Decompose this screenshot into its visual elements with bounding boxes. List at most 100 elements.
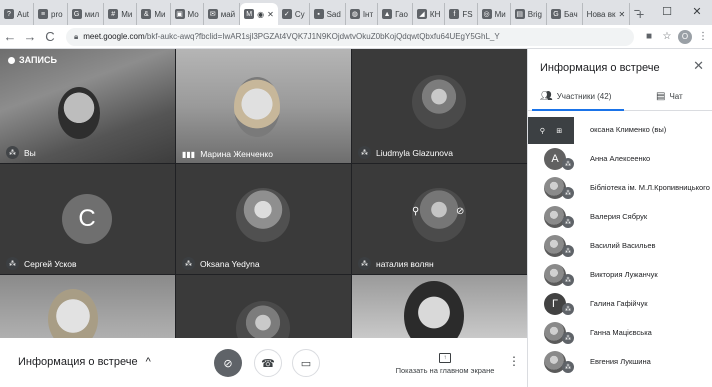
browser-tab[interactable]: Gмил [68, 3, 105, 25]
forward-button[interactable]: → [20, 27, 40, 47]
participant-avatar [412, 75, 466, 129]
tab-indicator [532, 109, 624, 111]
participant-row[interactable]: ⁂ Валерия Сябрук [528, 203, 712, 232]
browser-tab[interactable]: ? Aut [0, 3, 35, 25]
browser-tab[interactable]: ▣ Мо [171, 3, 204, 25]
leave-call-button[interactable]: ☎ [254, 349, 282, 377]
tab-close-icon[interactable]: ✕ [267, 10, 274, 19]
back-button[interactable]: ← [0, 27, 20, 47]
browser-tab[interactable]: # Ми [104, 3, 138, 25]
participant-name: оксана Клименко (вы) [590, 125, 667, 134]
participant-tile[interactable]: ▮▮▮ Марина Женченко [176, 49, 351, 163]
browser-tab[interactable]: ✉ май [204, 3, 241, 25]
participant-row[interactable]: Г ⁂ Галина Гафійчук [528, 290, 712, 319]
participant-row[interactable]: ⚲ ⊞ оксана Клименко (вы) [528, 116, 712, 145]
participant-row[interactable]: ⁂ Виктория Лужанчук [528, 261, 712, 290]
close-panel-button[interactable]: ✕ [693, 58, 704, 74]
pin-icon[interactable]: ⚲ [540, 127, 545, 135]
browser-menu-icon[interactable]: ⋮ [694, 28, 712, 46]
browser-tab[interactable]: ▤ Brig [511, 3, 547, 25]
google-icon: G [550, 9, 561, 19]
camera-toggle-button[interactable]: ▭ [292, 349, 320, 377]
recording-badge: ЗАПИСЬ [8, 55, 57, 65]
camera-permission-icon[interactable]: ■ [640, 28, 658, 46]
meeting-details-panel: Информация о встрече ✕ 👥︎ Участники (42)… [527, 49, 712, 387]
reload-button[interactable]: C [40, 27, 60, 47]
participant-list: ⚲ ⊞ оксана Клименко (вы) А ⁂ Анна Алексе… [528, 116, 712, 377]
profile-avatar: О [678, 29, 692, 44]
window-controls: − ☐ ✕ [622, 0, 712, 22]
bars-icon: ≡ [38, 9, 49, 19]
browser-tab[interactable]: ≡ pro [34, 3, 68, 25]
grid-icon[interactable]: ⊞ [556, 127, 562, 135]
phone-hangup-icon: ☎ [261, 357, 275, 370]
mic-off-icon: ⁂ [562, 303, 574, 315]
participant-video [48, 289, 98, 338]
participant-tile[interactable]: ⁂ Liudmyla Glazunova [352, 49, 527, 163]
recording-dot-icon: ◉ [257, 9, 265, 19]
app-icon: ▣ [174, 9, 185, 19]
url-path: /bkf-aukc-awq?fbclid=IwAR1sjl3PGZAt4VQK7… [144, 32, 500, 41]
participant-tile[interactable] [352, 275, 527, 338]
participant-tile[interactable]: ⁂ Oksana Yedyna [176, 164, 351, 274]
app-icon: ◢ [416, 9, 427, 19]
app-icon: ▲ [382, 9, 393, 19]
app-icon: ◎ [481, 9, 492, 19]
participant-name: Ганна Мацієвська [590, 328, 652, 337]
help-icon: ? [4, 9, 14, 19]
app-icon: & [141, 9, 152, 19]
browser-tab[interactable]: ◢ КН [413, 3, 446, 25]
browser-tab[interactable]: ▪ Sad [310, 3, 346, 25]
participant-name: Виктория Лужанчук [590, 270, 658, 279]
microphone-toggle-button[interactable]: ⊘ [214, 349, 242, 377]
more-options-icon[interactable]: ⋮ [508, 354, 520, 368]
participant-tile[interactable]: ⚲ ⊘ ⁂ наталия волян [352, 164, 527, 274]
browser-tab[interactable]: ◍ Інт [346, 3, 379, 25]
bookmark-star-icon[interactable]: ☆ [658, 28, 676, 46]
participant-tile[interactable] [176, 275, 351, 338]
mic-off-icon: ⁂ [562, 361, 574, 373]
browser-tab[interactable]: f FS [445, 3, 478, 25]
participant-label: ⁂ наталия волян [358, 257, 434, 270]
browser-tab[interactable]: G Бач [547, 3, 583, 25]
mic-off-icon: ⁂ [6, 257, 19, 270]
browser-tab[interactable]: & Ми [137, 3, 171, 25]
participant-tile[interactable]: ЗАПИСЬ ⁂ Вы [0, 49, 175, 163]
recording-dot-icon [8, 56, 15, 64]
participant-video [234, 77, 280, 137]
meet-icon: M [244, 9, 255, 19]
profile-button[interactable]: О [676, 28, 694, 46]
tab-chat[interactable]: ▤ Чат [656, 91, 683, 102]
participant-row[interactable]: ⁂ Ганна Мацієвська [528, 319, 712, 348]
participant-avatar [236, 301, 290, 338]
tab-participants[interactable]: 👥︎ Участники (42) [540, 91, 611, 102]
browser-tab[interactable]: ◎ Ми [478, 3, 511, 25]
audio-level-icon: ▮▮▮ [182, 149, 196, 159]
participant-label: ⁂ Liudmyla Glazunova [358, 146, 453, 159]
mic-off-icon: ⁂ [562, 332, 574, 344]
app-icon: ◍ [349, 9, 360, 19]
lock-icon: 🔒︎ [74, 31, 79, 41]
panel-title: Информация о встрече [540, 62, 660, 74]
browser-tab-active[interactable]: M ◉ ✕ [240, 3, 278, 25]
app-icon: # [108, 9, 119, 19]
participant-name: Василий Васильев [590, 241, 656, 250]
participant-row[interactable]: ⁂ Василий Васильев [528, 232, 712, 261]
close-window-button[interactable]: ✕ [682, 0, 712, 22]
participant-tile[interactable] [0, 275, 175, 338]
pin-icon[interactable]: ⚲ [412, 206, 419, 217]
self-video-thumbnail: ⚲ ⊞ [528, 117, 574, 144]
maximize-button[interactable]: ☐ [652, 0, 682, 22]
minimize-button[interactable]: − [622, 0, 652, 22]
mic-off-icon[interactable]: ⊘ [456, 206, 464, 217]
present-now-button[interactable]: ↑ Показать на главном экране [395, 353, 495, 375]
app-icon: f [449, 9, 460, 19]
participant-row[interactable]: А ⁂ Анна Алексеенко [528, 145, 712, 174]
address-bar[interactable]: 🔒︎ meet.google.com/bkf-aukc-awq?fbclid=I… [66, 27, 634, 46]
participant-row[interactable]: ⁂ Бібліотека ім. М.Л.Кропивницького [528, 174, 712, 203]
browser-tab[interactable]: ✓ Су [278, 3, 310, 25]
participant-row[interactable]: ⁂ Евгения Лукшина [528, 348, 712, 377]
browser-tab[interactable]: ▲ Гао [378, 3, 413, 25]
participant-tile[interactable]: С ⁂ Сергей Усков [0, 164, 175, 274]
meeting-details-button[interactable]: Информация о встрече ^ [18, 356, 151, 368]
